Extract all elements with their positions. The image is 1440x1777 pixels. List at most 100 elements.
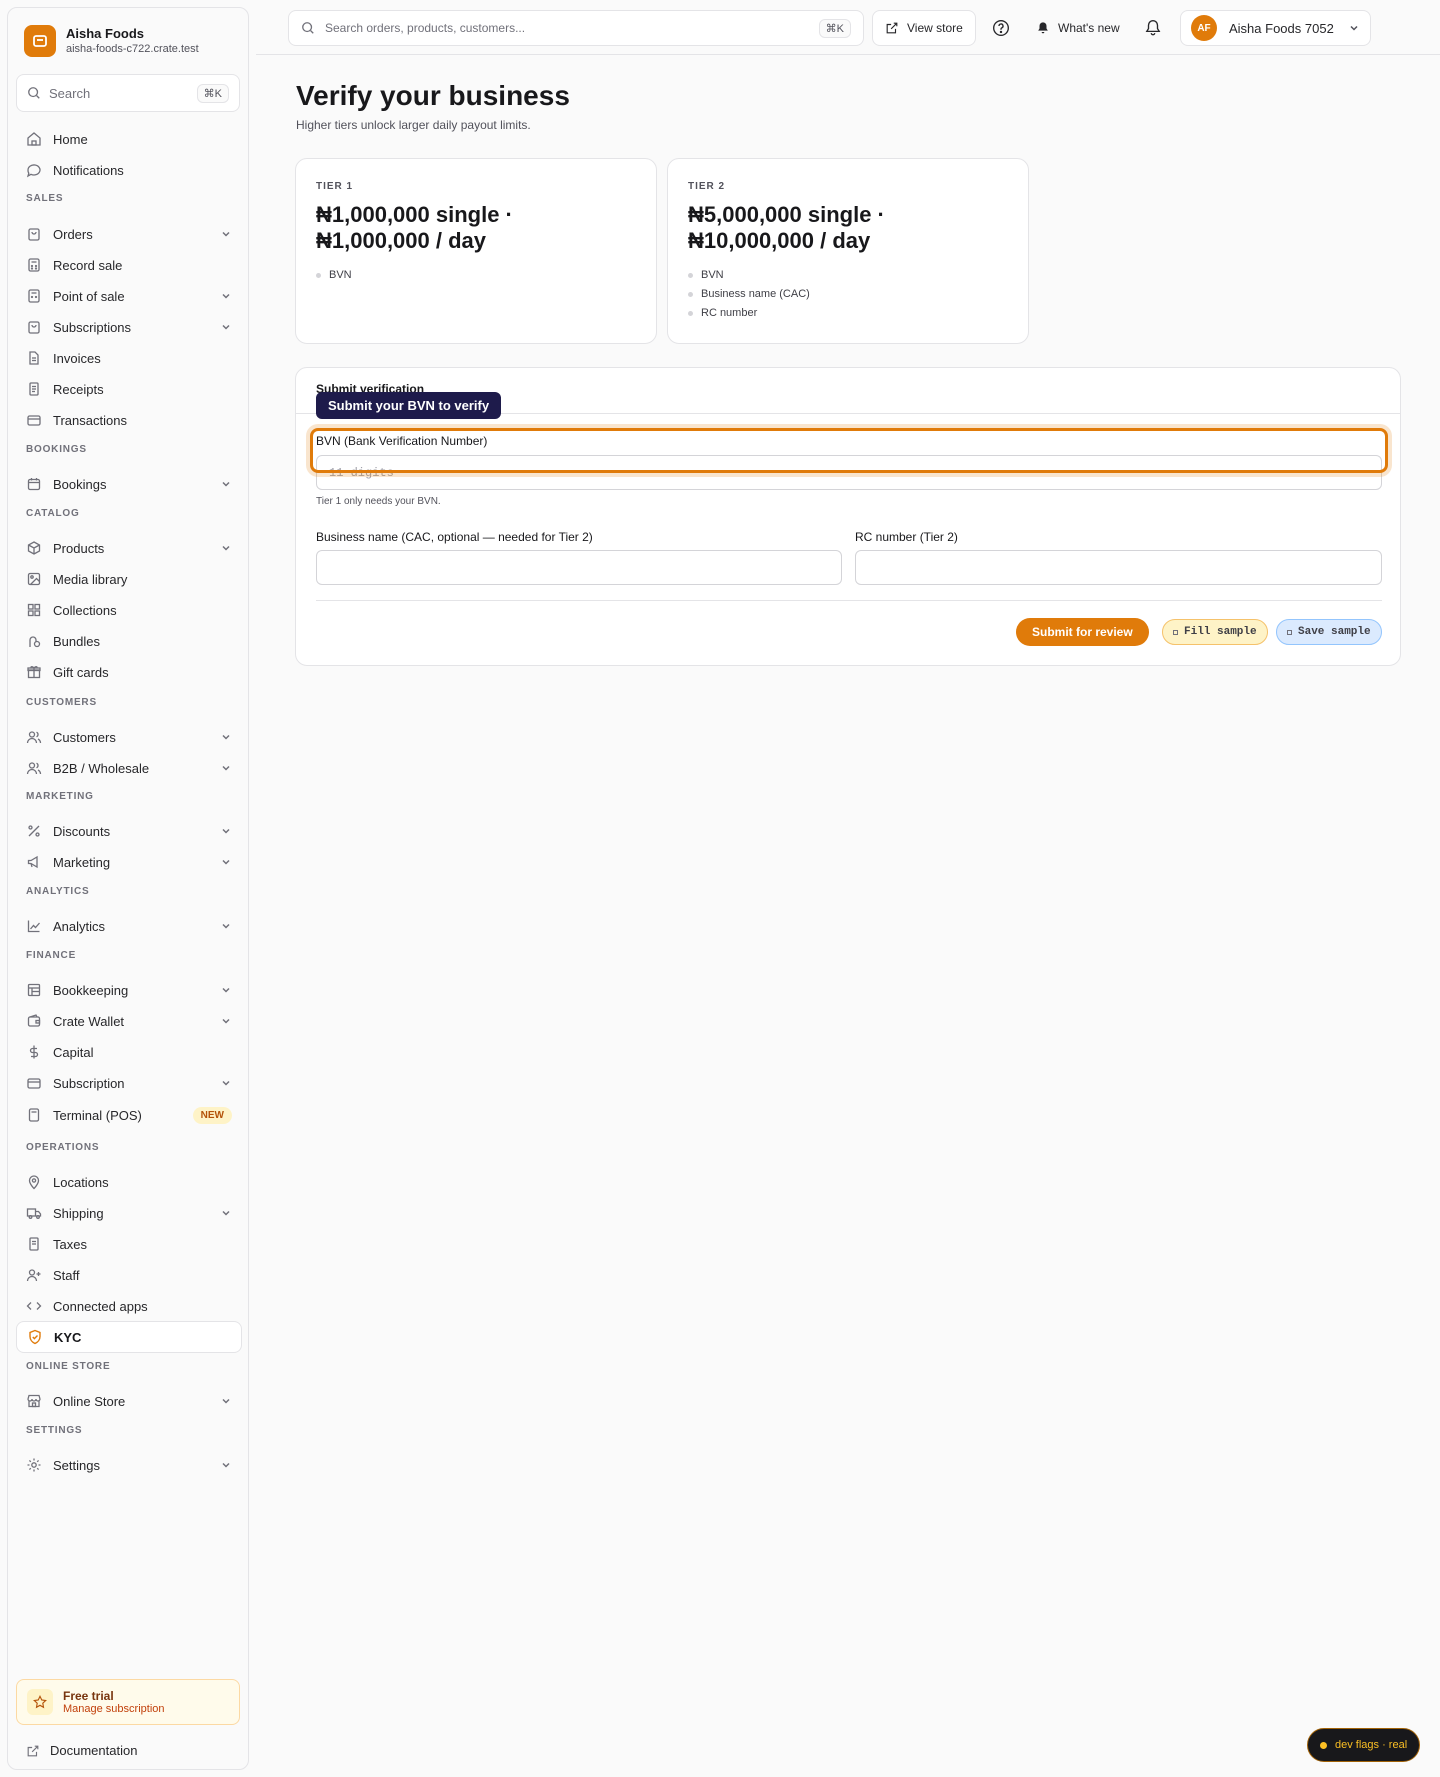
rc-number-input[interactable] xyxy=(855,550,1382,585)
sidebar-item-settings[interactable]: Settings xyxy=(16,1449,242,1481)
dev-flags-label: dev flags · real xyxy=(1335,1739,1408,1751)
sidebar-item-connected-apps[interactable]: Connected apps xyxy=(16,1290,242,1322)
sidebar-item-label: Connected apps xyxy=(53,1298,148,1314)
help-button[interactable] xyxy=(992,10,1010,46)
sidebar-item-transactions[interactable]: Transactions xyxy=(16,404,242,436)
chevron-down-icon xyxy=(222,324,230,330)
manage-subscription-link[interactable]: Manage subscription xyxy=(63,1703,165,1715)
section-heading-operations: OPERATIONS xyxy=(26,1142,100,1153)
sidebar-search[interactable]: Search ⌘K xyxy=(16,74,240,112)
bvn-label: BVN (Bank Verification Number) xyxy=(316,434,488,448)
documentation-label: Documentation xyxy=(50,1743,138,1758)
fill-sample-button[interactable]: Fill sample xyxy=(1162,619,1268,645)
ledger-icon xyxy=(27,983,41,997)
sidebar-item-label: Receipts xyxy=(53,381,104,397)
sidebar-item-label: Locations xyxy=(53,1174,109,1190)
sidebar-item-kyc[interactable]: KYC xyxy=(16,1321,242,1353)
global-search-placeholder: Search orders, products, customers... xyxy=(325,21,526,35)
chevron-down-icon xyxy=(222,231,230,237)
sidebar-item-label: Orders xyxy=(53,226,93,242)
documentation-link[interactable]: Documentation xyxy=(26,1743,137,1758)
sidebar-item-subscriptions[interactable]: Subscriptions xyxy=(16,311,242,343)
sidebar-item-bookkeeping[interactable]: Bookkeeping xyxy=(16,974,242,1006)
account-menu[interactable]: AF Aisha Foods 7052 xyxy=(1180,10,1371,46)
sidebar-item-receipts[interactable]: Receipts xyxy=(16,373,242,405)
chevron-down-icon xyxy=(222,1398,230,1404)
sidebar-item-label: Bundles xyxy=(53,633,100,649)
dev-flags-pill[interactable]: dev flags · real xyxy=(1307,1728,1421,1762)
tier-1-card: TIER 1 ₦1,000,000 single · ₦1,000,000 / … xyxy=(295,158,657,344)
sidebar-item-customers[interactable]: Customers xyxy=(16,721,242,753)
sidebar-item-collections[interactable]: Collections xyxy=(16,594,242,626)
sidebar-item-record-sale[interactable]: Record sale xyxy=(16,249,242,281)
tier-daily-limit: ₦1,000,000 / day xyxy=(316,228,487,253)
star-icon xyxy=(27,1689,53,1715)
sidebar-item-staff[interactable]: Staff xyxy=(16,1259,242,1291)
brand[interactable]: Aisha Foods aisha-foods-c722.crate.test xyxy=(24,25,199,57)
chevron-down-icon xyxy=(222,859,230,865)
chevron-down-icon xyxy=(222,1080,230,1086)
sidebar-item-invoices[interactable]: Invoices xyxy=(16,342,242,374)
sidebar-item-subscription[interactable]: Subscription xyxy=(16,1067,242,1099)
sidebar-item-products[interactable]: Products xyxy=(16,532,242,564)
user-plus-icon xyxy=(26,1269,41,1282)
bvn-input[interactable] xyxy=(316,455,1382,490)
sidebar-item-home[interactable]: Home xyxy=(16,123,242,155)
sidebar-item-discounts[interactable]: Discounts xyxy=(16,815,242,847)
search-icon xyxy=(302,22,314,34)
sidebar-item-orders[interactable]: Orders xyxy=(16,218,242,250)
free-trial-card[interactable]: Free trial Manage subscription xyxy=(16,1679,240,1725)
sidebar-item-label: Subscription xyxy=(53,1075,125,1091)
sidebar-item-online-store[interactable]: Online Store xyxy=(16,1385,242,1417)
sidebar-item-marketing[interactable]: Marketing xyxy=(16,846,242,878)
account-name: Aisha Foods 7052 xyxy=(1229,20,1334,36)
sidebar-item-crate-wallet[interactable]: Crate Wallet xyxy=(16,1005,242,1037)
business-name-label: Business name (CAC, optional — needed fo… xyxy=(316,530,593,544)
code-icon xyxy=(26,1302,42,1310)
box-icon xyxy=(27,541,41,555)
sidebar-item-label: Crate Wallet xyxy=(53,1013,125,1029)
sidebar-item-bundles[interactable]: Bundles xyxy=(16,625,242,657)
requirement-item: BVN xyxy=(316,266,636,285)
sidebar-item-label: Discounts xyxy=(53,823,111,839)
map-pin-icon xyxy=(28,1175,40,1190)
sidebar-item-point-of-sale[interactable]: Point of sale xyxy=(16,280,242,312)
receipt-icon xyxy=(29,382,39,396)
sidebar-item-media-library[interactable]: Media library xyxy=(16,563,242,595)
save-sample-button[interactable]: Save sample xyxy=(1276,619,1382,645)
sidebar-item-taxes[interactable]: Taxes xyxy=(16,1228,242,1260)
global-search-shortcut: ⌘K xyxy=(818,18,851,38)
sidebar-item-analytics[interactable]: Analytics xyxy=(16,910,242,942)
fill-sample-label: Fill sample xyxy=(1184,626,1257,638)
notifications-button[interactable] xyxy=(1144,10,1162,46)
sidebar-item-label: Taxes xyxy=(53,1236,87,1252)
guide-tooltip: Submit your BVN to verify xyxy=(316,392,502,419)
view-store-button[interactable]: View store xyxy=(872,10,976,46)
sidebar-item-b2b-wholesale[interactable]: B2B / Wholesale xyxy=(16,752,242,784)
tier-single-limit: ₦5,000,000 single · xyxy=(688,202,885,227)
submit-for-review-button[interactable]: Submit for review xyxy=(1016,618,1149,646)
tier-label: TIER 2 xyxy=(688,181,726,192)
chevron-down-icon xyxy=(222,1462,230,1468)
whats-new-button[interactable]: What's new xyxy=(1036,10,1120,46)
sidebar-item-notifications[interactable]: Notifications xyxy=(16,154,242,186)
bag-icon xyxy=(28,321,40,334)
home-icon xyxy=(27,132,41,146)
sidebar-item-capital[interactable]: Capital xyxy=(16,1036,242,1068)
receipt-icon xyxy=(29,1237,39,1251)
sidebar-item-label: Analytics xyxy=(53,918,106,934)
page-subtitle: Higher tiers unlock larger daily payout … xyxy=(296,118,531,132)
global-search-input[interactable]: Search orders, products, customers... ⌘K xyxy=(288,10,864,46)
sidebar-item-gift-cards[interactable]: Gift cards xyxy=(16,656,242,688)
sidebar-item-shipping[interactable]: Shipping xyxy=(16,1197,242,1229)
sidebar-item-bookings[interactable]: Bookings xyxy=(16,468,242,500)
sidebar-item-label: Point of sale xyxy=(53,288,125,304)
sidebar-item-locations[interactable]: Locations xyxy=(16,1166,242,1198)
sidebar-item-terminal-pos[interactable]: Terminal (POS) NEW xyxy=(16,1099,242,1131)
tier-requirements: BVN xyxy=(316,266,636,285)
store-name: Aisha Foods xyxy=(66,26,145,41)
sidebar-item-label: Settings xyxy=(53,1457,100,1473)
sidebar-item-label: Bookings xyxy=(53,476,107,492)
section-heading-analytics: ANALYTICS xyxy=(26,886,90,897)
business-name-input[interactable] xyxy=(316,550,842,585)
